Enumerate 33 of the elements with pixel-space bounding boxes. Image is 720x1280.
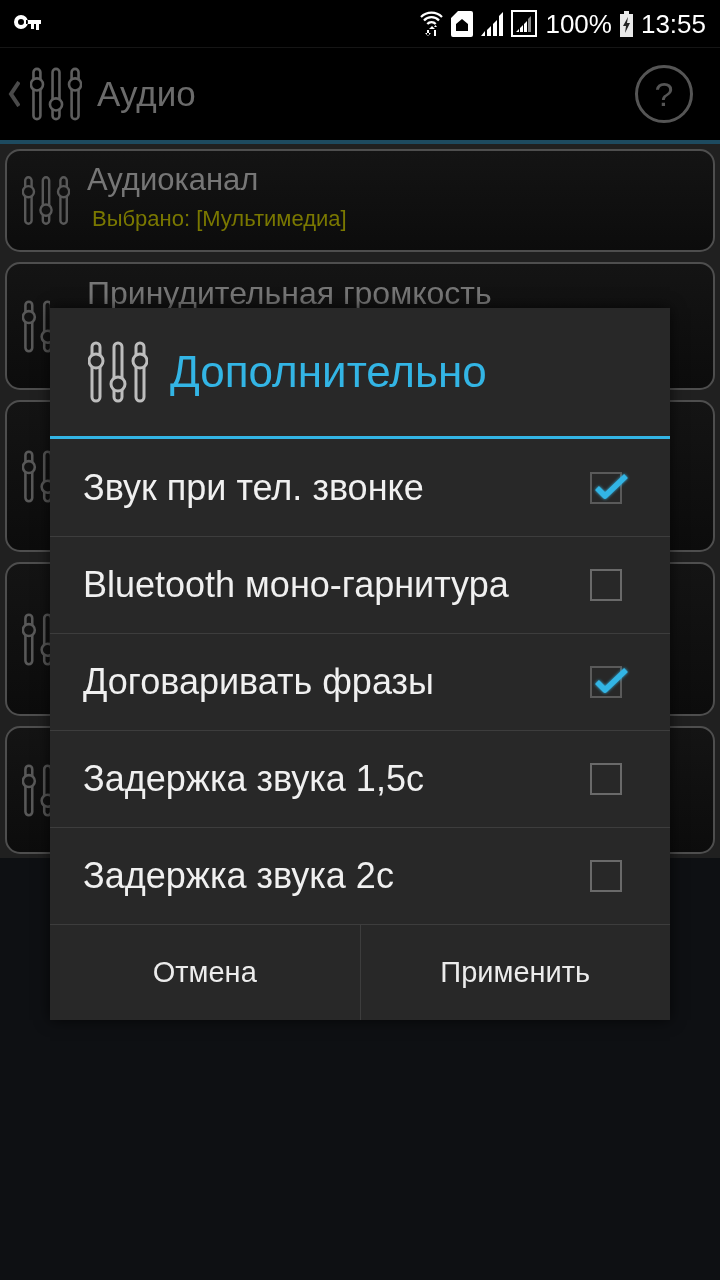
option-label: Bluetooth моно-гарнитура [83, 564, 509, 606]
option-label: Звук при тел. звонке [83, 466, 424, 509]
chevron-left-icon[interactable] [8, 81, 20, 107]
setting-card[interactable]: Аудиоканал Выбрано: [Мультимедиа] [5, 149, 715, 252]
wifi-icon [420, 10, 444, 37]
setting-value: Выбрано: [Мультимедиа] [92, 206, 347, 232]
sim-card-icon [451, 10, 474, 37]
equalizer-icon [30, 66, 82, 122]
setting-title: Аудиоканал [87, 163, 260, 197]
checkmark-icon [595, 473, 628, 499]
apply-button[interactable]: Применить [359, 925, 670, 1020]
equalizer-icon [22, 174, 70, 227]
clock-time: 13:55 [640, 8, 706, 39]
battery-charging-icon [619, 10, 633, 37]
equalizer-icon [22, 299, 50, 353]
option-label: Договаривать фразы [83, 661, 434, 703]
cancel-button[interactable]: Отмена [50, 925, 360, 1020]
checkmark-icon [595, 668, 628, 693]
screen-title: Аудио [97, 74, 196, 114]
signal-icon [481, 11, 504, 36]
option-label: Задержка звука 2с [83, 855, 394, 897]
equalizer-icon [22, 763, 50, 817]
equalizer-icon [22, 449, 50, 503]
key-icon [14, 15, 41, 32]
setting-title: Принудительная громкость [87, 276, 492, 310]
battery-percentage: 100% [545, 8, 612, 39]
equalizer-icon [88, 341, 148, 403]
equalizer-icon [22, 612, 50, 666]
checkbox[interactable] [588, 469, 630, 506]
dialog-title: Дополнительно [170, 347, 487, 397]
option-label: Задержка звука 1,5с [83, 758, 424, 800]
checkbox[interactable] [588, 664, 630, 700]
signal-icon [511, 10, 538, 37]
